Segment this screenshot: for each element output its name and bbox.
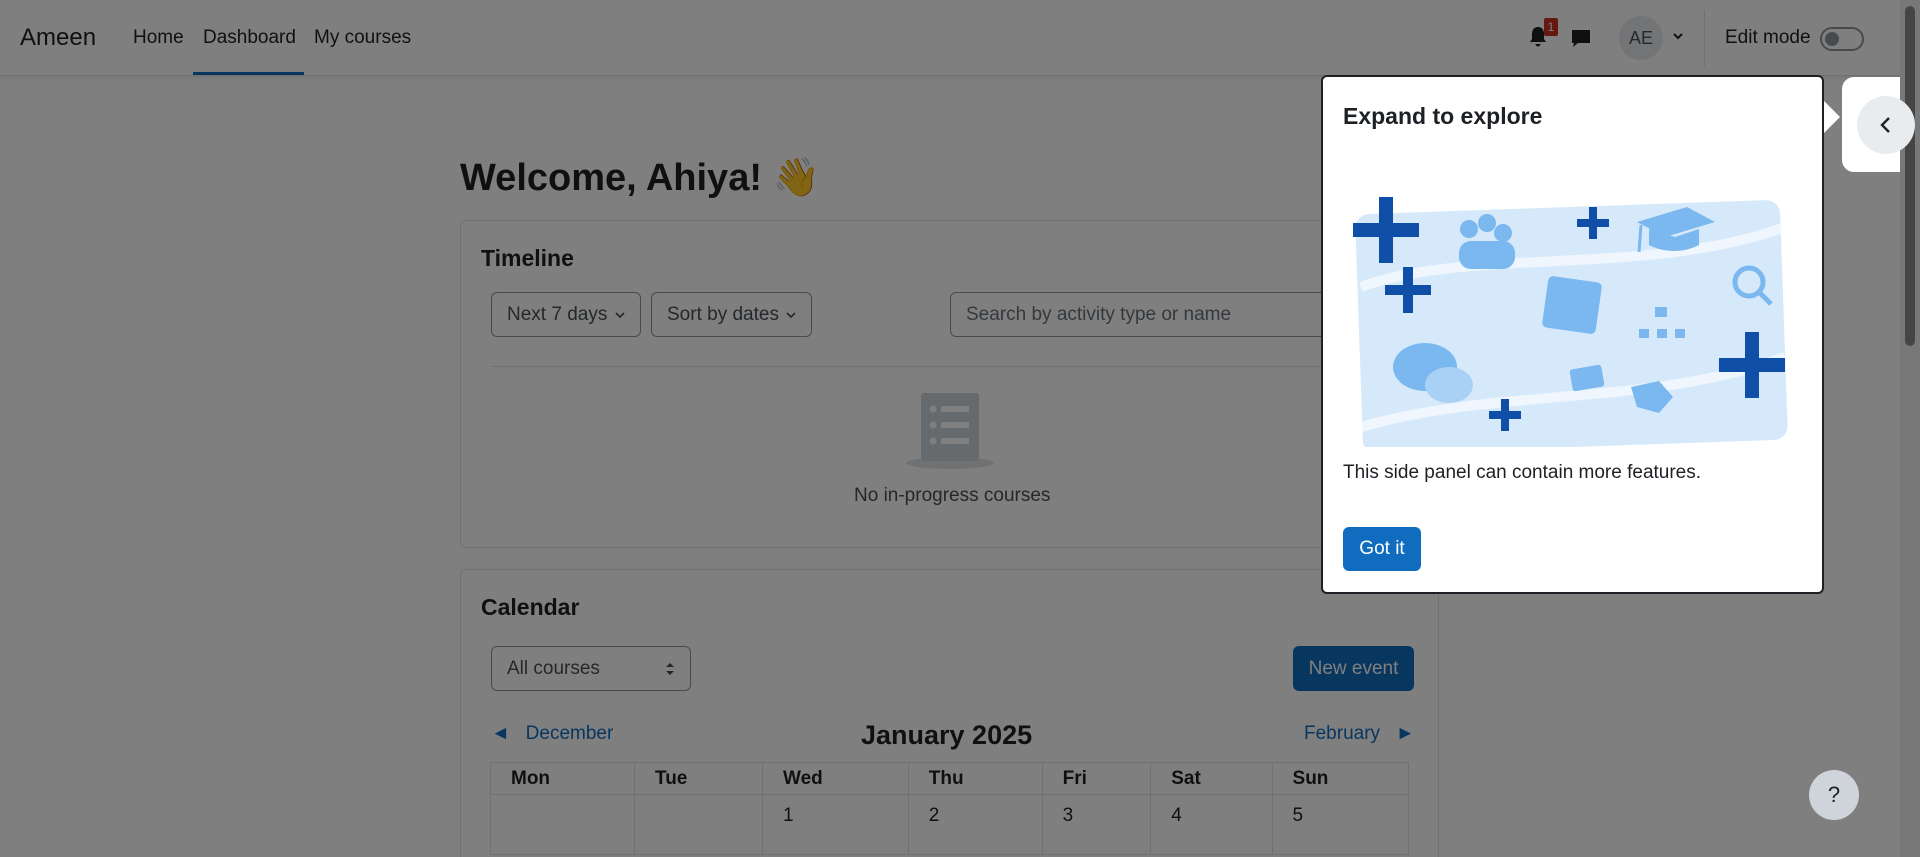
popover-arrow [1822,99,1840,135]
open-drawer-button[interactable] [1857,96,1915,154]
tour-popover: Expand to explore This side panel can co… [1321,75,1824,594]
got-it-button[interactable]: Got it [1343,527,1421,571]
help-button[interactable]: ? [1809,770,1859,820]
side-panel-illustration [1353,197,1788,447]
chevron-left-icon [1880,117,1890,133]
popover-text: This side panel can contain more feature… [1343,462,1702,483]
popover-title: Expand to explore [1343,103,1543,129]
